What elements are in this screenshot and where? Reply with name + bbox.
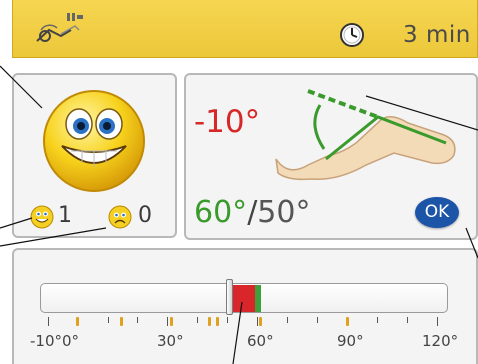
small-sad-smiley-icon — [108, 205, 132, 229]
history-marker — [346, 317, 349, 326]
scale-label: -10°0° — [30, 332, 80, 350]
clock-icon — [340, 23, 364, 47]
scale-tick — [227, 317, 228, 323]
scale-tick — [407, 317, 408, 323]
scale-tick — [317, 317, 318, 323]
header-bar: 3 min — [12, 0, 478, 58]
scale-tick — [377, 317, 378, 323]
history-marker — [208, 317, 211, 326]
target-angle-range: 60°/50° — [194, 195, 310, 230]
orthosis-settings-icon[interactable] — [31, 6, 87, 46]
scale-tick — [437, 317, 438, 326]
ok-button[interactable]: OK — [415, 197, 459, 228]
happy-count: 1 — [58, 203, 72, 228]
sad-count: 0 — [138, 203, 152, 228]
scale-tick — [197, 317, 198, 323]
angle-separator: / — [247, 195, 258, 230]
scale-tick — [108, 317, 109, 323]
current-angle: -10° — [194, 104, 261, 140]
scale-label: 120° — [422, 332, 459, 350]
small-happy-smiley-icon — [30, 205, 54, 229]
scale-label: 60° — [247, 332, 274, 350]
scale-tick — [167, 317, 168, 326]
history-marker — [216, 317, 219, 326]
history-marker — [76, 317, 79, 326]
slider-red-segment — [233, 285, 255, 312]
history-marker — [120, 317, 123, 326]
scale-tick — [257, 317, 258, 326]
slider-green-segment — [255, 285, 261, 312]
target-angle-a: 60° — [194, 195, 248, 230]
scale-label: 30° — [157, 332, 184, 350]
happy-smiley-icon — [43, 90, 145, 192]
history-marker — [170, 317, 173, 326]
session-timer: 3 min — [403, 22, 471, 48]
history-marker — [259, 317, 262, 326]
scale-tick — [287, 317, 288, 323]
leg-angle-icon — [275, 89, 456, 181]
target-angle-b: 50° — [257, 195, 311, 230]
scale-tick — [137, 317, 138, 323]
scale-tick — [48, 317, 49, 326]
scale-label: 90° — [337, 332, 364, 350]
slider-handle[interactable] — [226, 279, 233, 315]
